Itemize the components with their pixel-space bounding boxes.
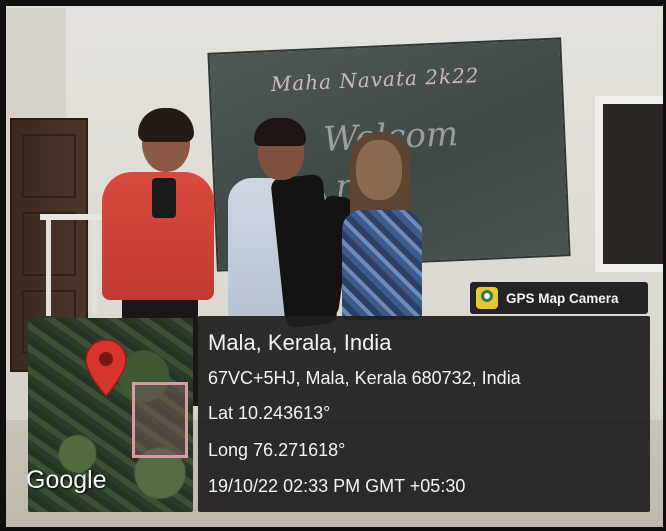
timestamp: 19/10/22 02:33 PM GMT +05:30 [208,476,466,496]
map-building-outline [132,382,188,458]
door-panel [22,134,76,198]
desk-leg [92,220,97,316]
longitude-readout: Long 76.271618° [208,440,346,460]
gps-map-camera-badge: GPS Map Camera [470,282,648,314]
location-info-panel: Mala, Kerala, India 67VC+5HJ, Mala, Kera… [198,316,650,512]
latitude-readout: Lat 10.243613° [208,403,331,423]
gps-map-camera-icon [476,287,498,309]
desk [40,214,104,320]
chalkboard-heading: Maha Navata 2k22 [270,62,480,97]
location-address: 67VC+5HJ, Mala, Kerala 680732, India [208,368,521,388]
location-title: Mala, Kerala, India [208,330,392,355]
desk-leg [46,220,51,316]
window [595,96,666,272]
map-pin-icon [85,339,127,398]
badge-label: GPS Map Camera [506,290,619,306]
google-logo: Google [26,466,107,494]
